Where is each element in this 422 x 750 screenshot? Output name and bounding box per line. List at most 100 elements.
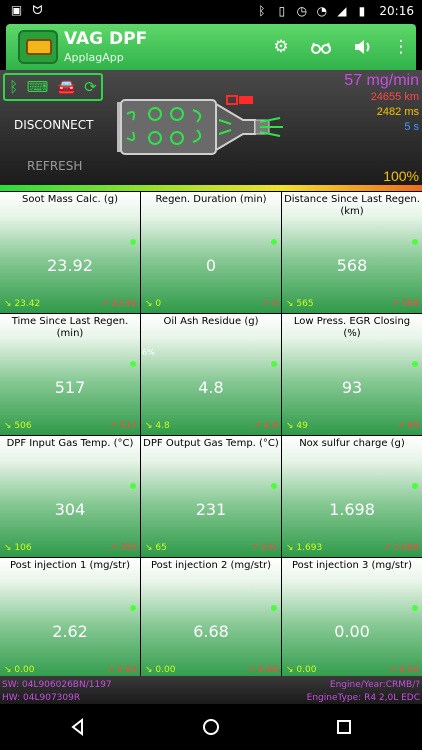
- seconds-readout: 5 s: [404, 121, 419, 133]
- wifi-icon: ◔: [316, 3, 328, 18]
- tile-max: ↗ 517: [109, 421, 137, 431]
- car-icon: 🚘: [56, 78, 76, 96]
- tile-min: ↘ 0.00: [4, 665, 35, 675]
- app-title: VAG DPF: [64, 29, 148, 49]
- bluetooth-icon: ᛒ: [9, 78, 19, 96]
- image-icon: ▣: [10, 3, 23, 17]
- tile-min: ↘ 4.8: [145, 421, 170, 431]
- parameter-tile[interactable]: Oil Ash Residue (g) 6% 4.8 ↘ 4.8 ↗ 4.8: [141, 314, 281, 435]
- tile-value: 0: [205, 256, 217, 275]
- gear-icon[interactable]: ⚙: [270, 37, 292, 57]
- tile-min: ↘ 506: [4, 421, 32, 431]
- tile-max: ↗ 23.92: [100, 299, 137, 309]
- tile-value: 304: [54, 500, 86, 519]
- glasses-icon[interactable]: [310, 37, 332, 57]
- tile-min-value: 0.00: [14, 665, 35, 675]
- live-indicator-dot: [271, 483, 277, 489]
- tile-min-value: 1.693: [296, 543, 323, 553]
- parameter-tile[interactable]: Post injection 3 (mg/str) 0.00 ↘ 0.00 ↗ 0.0…: [282, 558, 422, 679]
- tile-min-value: 106: [14, 543, 32, 553]
- refresh-icon: ⟳: [84, 78, 97, 96]
- live-indicator-dot: [271, 361, 277, 367]
- back-icon[interactable]: [66, 715, 90, 739]
- tile-min-value: 0.00: [296, 665, 317, 675]
- tile-max-value: 2.62: [116, 665, 137, 675]
- signal-icon: ◢: [337, 3, 347, 18]
- tile-value: 1.698: [329, 500, 375, 519]
- tile-max-value: 231: [260, 543, 278, 553]
- status-bar: ▣ ᗢ ᛒ ▯ ◷ ◔ ◢ ▮ 20:16: [0, 0, 422, 24]
- tile-value: 2.62: [52, 622, 88, 641]
- tile-min: ↘ 0: [145, 299, 162, 309]
- home-icon[interactable]: [199, 715, 223, 739]
- volume-icon[interactable]: [352, 37, 374, 57]
- tile-min: ↘ 1.693: [286, 543, 323, 553]
- parameter-tile[interactable]: Low Press. EGR Closing (%) 93 ↘ 49 ↗ 99: [282, 314, 422, 435]
- tile-min: ↘ 106: [4, 543, 32, 553]
- tile-title: Post injection 1 (mg/str): [9, 560, 131, 571]
- tile-max-value: 4.8: [263, 421, 278, 431]
- disconnect-button[interactable]: DISCONNECT: [14, 118, 93, 132]
- tile-min: ↘ 0.00: [145, 665, 176, 675]
- tile-max-value: 99: [407, 421, 419, 431]
- progress-fill: [0, 185, 422, 191]
- status-time: 20:16: [379, 4, 414, 18]
- parameter-tile[interactable]: DPF Output Gas Temp. (°C) 231 ↘ 65 ↗ 231: [141, 436, 281, 557]
- distance-readout: 24655 km: [370, 91, 419, 103]
- tile-max-value: 517: [119, 421, 137, 431]
- parameter-grid: Soot Mass Calc. (g) 23.92 ↘ 23.42 ↗ 23.92 Re…: [0, 192, 422, 679]
- tile-title: Low Press. EGR Closing (%): [293, 316, 411, 339]
- tile-title: Post injection 3 (mg/str): [291, 560, 413, 571]
- app-subtitle: ApplagApp: [64, 51, 124, 64]
- tile-value: 23.92: [47, 256, 93, 275]
- parameter-tile[interactable]: Time Since Last Regen. (min) 517 ↘ 506 ↗ 51…: [0, 314, 140, 435]
- dpf-fill-progress-bar: [0, 185, 422, 191]
- tile-max-value: 6.68: [257, 665, 278, 675]
- dpf-filter-graphic: [117, 95, 283, 155]
- tile-max-value: 23.92: [111, 299, 137, 309]
- tile-max: ↗ 0: [261, 299, 278, 309]
- live-indicator-dot: [130, 361, 136, 367]
- live-indicator-dot: [130, 239, 136, 245]
- engine-type: EngineType: R4 2,0L EDC: [306, 693, 420, 703]
- tile-title: Post injection 2 (mg/str): [150, 560, 272, 571]
- tile-max: ↗ 99: [397, 421, 419, 431]
- software-version: SW: 04L906026BN/1197: [2, 680, 112, 690]
- flow-rate-readout: 57 mg/min: [344, 72, 419, 89]
- tile-max: ↗ 6.68: [247, 665, 278, 675]
- cat-icon: ᗢ: [32, 3, 43, 17]
- parameter-tile[interactable]: Post injection 2 (mg/str) 6.68 ↘ 0.00 ↗ 6.6…: [141, 558, 281, 679]
- tile-min-value: 4.8: [155, 421, 170, 431]
- tile-max-value: 0.00: [398, 665, 419, 675]
- tile-title: DPF Output Gas Temp. (°C): [143, 438, 279, 449]
- tile-min-value: 506: [14, 421, 32, 431]
- hardware-version: HW: 04L907309R: [2, 693, 81, 703]
- alarm-icon: ◷: [296, 3, 308, 18]
- parameter-tile[interactable]: Soot Mass Calc. (g) 23.92 ↘ 23.42 ↗ 23.92: [0, 192, 140, 313]
- parameter-tile[interactable]: Distance Since Last Regen. (km) 568 ↘ 565 ↗…: [282, 192, 422, 313]
- tile-max-value: 1.698: [393, 543, 419, 553]
- refresh-button[interactable]: REFRESH: [27, 159, 82, 173]
- recents-icon[interactable]: [332, 715, 356, 739]
- more-icon[interactable]: ⋮: [390, 37, 412, 57]
- tile-min: ↘ 0.00: [286, 665, 317, 675]
- parameter-tile[interactable]: DPF Input Gas Temp. (°C) 304 ↘ 106 ↗ 355: [0, 436, 140, 557]
- parameter-tile[interactable]: Post injection 1 (mg/str) 2.62 ↘ 0.00 ↗ 2.6…: [0, 558, 140, 679]
- tile-min: ↘ 65: [145, 543, 167, 553]
- live-indicator-dot: [130, 605, 136, 611]
- tile-max: ↗ 1.698: [382, 543, 419, 553]
- tile-max-value: 568: [401, 299, 419, 309]
- tile-min-value: 565: [296, 299, 314, 309]
- obd-adapter-icon: ⌨: [26, 78, 49, 96]
- app-logo-icon: [18, 30, 58, 64]
- tile-min: ↘ 23.42: [4, 299, 41, 309]
- parameter-tile[interactable]: Regen. Duration (min) 0 ↘ 0 ↗ 0: [141, 192, 281, 313]
- tile-min-value: 0: [155, 299, 162, 309]
- tile-value: 568: [336, 256, 368, 275]
- tile-value: 4.8: [198, 378, 224, 397]
- parameter-tile[interactable]: Nox sulfur charge (g) 1.698 ↘ 1.693 ↗ 1.698: [282, 436, 422, 557]
- live-indicator-dot: [412, 361, 418, 367]
- tile-min-value: 65: [155, 543, 167, 553]
- tile-max: ↗ 4.8: [253, 421, 278, 431]
- tile-max: ↗ 0.00: [388, 665, 419, 675]
